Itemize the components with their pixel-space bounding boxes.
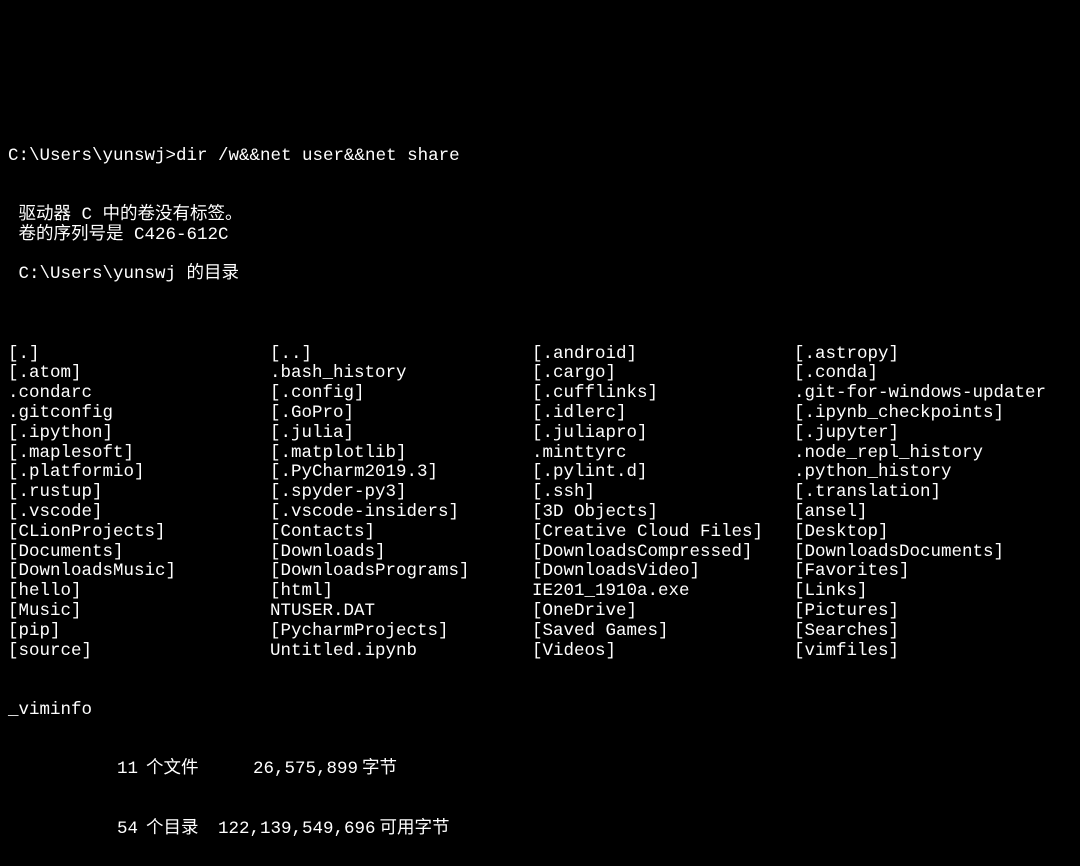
dir-entry: [.matplotlib] [270, 444, 532, 464]
dir-entry: [DownloadsPrograms] [270, 562, 532, 582]
dir-row: .gitconfig[.GoPro][.idlerc][.ipynb_check… [8, 404, 1072, 424]
dir-entry: [.julia] [270, 424, 532, 444]
dir-row: [CLionProjects][Contacts][Creative Cloud… [8, 523, 1072, 543]
dir-entry: [Videos] [532, 642, 794, 662]
dir-entry: NTUSER.DAT [270, 602, 532, 622]
dir-entry: .node_repl_history [794, 444, 983, 464]
dir-header-line: C:\Users\yunswj 的目录 [8, 265, 1072, 285]
dir-row: [.rustup][.spyder-py3][.ssh][.translatio… [8, 483, 1072, 503]
prompt-line: C:\Users\yunswj>dir /w&&net user&&net sh… [8, 147, 1072, 167]
dir-row: [.maplesoft][.matplotlib].minttyrc.node_… [8, 444, 1072, 464]
prompt-prefix: C:\Users\yunswj> [8, 146, 176, 166]
dir-row: [.ipython][.julia][.juliapro][.jupyter] [8, 424, 1072, 444]
dir-entry: [DownloadsDocuments] [794, 543, 1004, 563]
dir-entry: [.atom] [8, 364, 270, 384]
dir-entry: [Contacts] [270, 523, 532, 543]
dir-entry: [.juliapro] [532, 424, 794, 444]
dir-entry: [.cargo] [532, 364, 794, 384]
dir-entry: [.maplesoft] [8, 444, 270, 464]
dir-entry: .bash_history [270, 364, 532, 384]
dir-entry: [ansel] [794, 503, 868, 523]
dir-entry: [.vscode-insiders] [270, 503, 532, 523]
dir-entry: [.config] [270, 384, 532, 404]
dir-entry: [.android] [532, 345, 794, 365]
dir-row: [.][..][.android][.astropy] [8, 345, 1072, 365]
dir-entry: [Pictures] [794, 602, 899, 622]
dir-entry: [.PyCharm2019.3] [270, 463, 532, 483]
dir-entry: [html] [270, 582, 532, 602]
dir-listing: [.][..][.android][.astropy][.atom].bash_… [8, 345, 1072, 662]
dir-entry: [..] [270, 345, 532, 365]
dir-entry: [Downloads] [270, 543, 532, 563]
dir-entry: [.astropy] [794, 345, 899, 365]
dir-row: .condarc[.config][.cufflinks].git-for-wi… [8, 384, 1072, 404]
dir-entry: [vimfiles] [794, 642, 899, 662]
dir-entry: [Documents] [8, 543, 270, 563]
terminal-output[interactable]: C:\Users\yunswj>dir /w&&net user&&net sh… [0, 99, 1080, 866]
dir-header-line: 卷的序列号是 C426-612C [8, 226, 1072, 246]
dir-entry: [PycharmProjects] [270, 622, 532, 642]
dir-entry: [DownloadsVideo] [532, 562, 794, 582]
dir-row: [.vscode][.vscode-insiders][3D Objects][… [8, 503, 1072, 523]
dir-entry: [.platformio] [8, 463, 270, 483]
dir-entry: [.cufflinks] [532, 384, 794, 404]
dir-entry: [Creative Cloud Files] [532, 523, 794, 543]
dir-entry: [.jupyter] [794, 424, 899, 444]
dir-entry: [Desktop] [794, 523, 889, 543]
dir-entry: [DownloadsCompressed] [532, 543, 794, 563]
dir-header-line [8, 285, 1072, 305]
dir-header: 驱动器 C 中的卷没有标签。 卷的序列号是 C426-612C C:\Users… [8, 206, 1072, 305]
dir-entry: [3D Objects] [532, 503, 794, 523]
dir-entry: [DownloadsMusic] [8, 562, 270, 582]
dir-entry: [hello] [8, 582, 270, 602]
dir-entry: [.ssh] [532, 483, 794, 503]
dir-entry: [CLionProjects] [8, 523, 270, 543]
dir-entry: [.conda] [794, 364, 878, 384]
dir-entry: [.vscode] [8, 503, 270, 523]
dir-row: [Music]NTUSER.DAT[OneDrive][Pictures] [8, 602, 1072, 622]
dir-entry: [Music] [8, 602, 270, 622]
dir-row: [DownloadsMusic][DownloadsPrograms][Down… [8, 562, 1072, 582]
dir-entry: IE201_1910a.exe [532, 582, 794, 602]
dir-summary-files: 11 个文件 26,575,899 字节 [8, 760, 1072, 780]
dir-entry: .gitconfig [8, 404, 270, 424]
dir-entry: [OneDrive] [532, 602, 794, 622]
dir-entry: [.idlerc] [532, 404, 794, 424]
dir-entry: [source] [8, 642, 270, 662]
dir-row: [source]Untitled.ipynb[Videos][vimfiles] [8, 642, 1072, 662]
dir-entry: Untitled.ipynb [270, 642, 532, 662]
dir-entry: .python_history [794, 463, 952, 483]
dir-summary-dirs: 54 个目录 122,139,549,696 可用字节 [8, 820, 1072, 840]
dir-entry: [Links] [794, 582, 868, 602]
dir-row: [pip][PycharmProjects][Saved Games][Sear… [8, 622, 1072, 642]
dir-header-line: 驱动器 C 中的卷没有标签。 [8, 206, 1072, 226]
dir-entry: [Favorites] [794, 562, 910, 582]
dir-entry: [Saved Games] [532, 622, 794, 642]
dir-entry: [.] [8, 345, 270, 365]
dir-entry: [Searches] [794, 622, 899, 642]
dir-entry: [pip] [8, 622, 270, 642]
dir-entry: .minttyrc [532, 444, 794, 464]
dir-entry: [.spyder-py3] [270, 483, 532, 503]
dir-entry: [.translation] [794, 483, 941, 503]
dir-row: [hello][html]IE201_1910a.exe[Links] [8, 582, 1072, 602]
dir-entry: [.pylint.d] [532, 463, 794, 483]
dir-entry: [.GoPro] [270, 404, 532, 424]
dir-entry: [.ipython] [8, 424, 270, 444]
dir-row: [Documents][Downloads][DownloadsCompress… [8, 543, 1072, 563]
dir-entry: [.ipynb_checkpoints] [794, 404, 1004, 424]
dir-header-line [8, 246, 1072, 266]
command-text: dir /w&&net user&&net share [176, 146, 460, 166]
dir-entry: [.rustup] [8, 483, 270, 503]
dir-row: [.platformio][.PyCharm2019.3][.pylint.d]… [8, 463, 1072, 483]
dir-entry: .condarc [8, 384, 270, 404]
dir-last-entry: _viminfo [8, 701, 1072, 721]
dir-entry: .git-for-windows-updater [794, 384, 1046, 404]
dir-row: [.atom].bash_history[.cargo][.conda] [8, 364, 1072, 384]
